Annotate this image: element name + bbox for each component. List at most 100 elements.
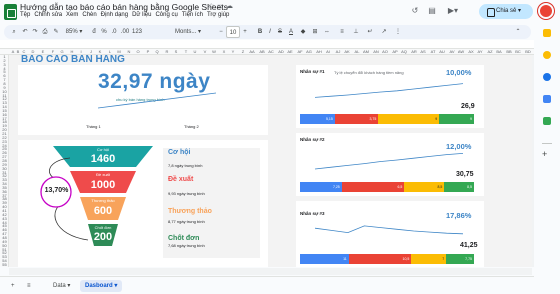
side-panel-rail: +	[534, 23, 560, 294]
sheets-logo-icon[interactable]	[4, 4, 17, 20]
tasks-icon[interactable]	[543, 73, 551, 81]
keep-icon[interactable]	[543, 51, 551, 59]
align-vertical-icon[interactable]: ⊥	[351, 25, 361, 39]
text-wrap-icon[interactable]: ↵	[365, 25, 375, 39]
share-button[interactable]: Chia sẻ ▾	[479, 4, 533, 19]
menu-file[interactable]: Tệp	[20, 12, 30, 18]
menu-format[interactable]: Định dạng	[101, 12, 128, 18]
all-sheets-icon[interactable]: ≡	[22, 280, 36, 292]
menu-insert[interactable]: Chèn	[82, 12, 96, 18]
agent-days-2: 30,75	[456, 171, 474, 178]
merge-cells-icon[interactable]: ⇔	[322, 25, 332, 39]
funnel-value-3: 600	[93, 205, 113, 217]
font-size-input[interactable]: 10	[226, 26, 240, 38]
star-icon[interactable]: ☆	[208, 2, 214, 10]
stage-detail-desc-4: 7,68 ngày trung bình	[168, 243, 205, 248]
percent-button[interactable]: %	[100, 25, 108, 39]
agent-trend-1	[314, 83, 464, 98]
menu-view[interactable]: Xem	[66, 12, 78, 18]
conversion-rate: 13,70%	[44, 187, 69, 194]
add-sheet-icon[interactable]: +	[6, 280, 20, 292]
toolbar: ⌕ ↶ ↷ ⎙ ✎ 85% ▾ đ % .0 .00 123 Monts... …	[4, 25, 531, 39]
borders-icon[interactable]: ⊞	[311, 25, 319, 39]
align-horizontal-icon[interactable]: ≡	[337, 25, 347, 39]
history-icon[interactable]: ↺	[409, 5, 421, 17]
month-label-2: Tháng 2	[184, 124, 199, 129]
stage-bar-segment: 7,25	[300, 182, 342, 192]
comment-icon[interactable]: ▤	[426, 5, 438, 17]
menu-tools[interactable]: Công cụ	[155, 12, 177, 18]
funnel-value-1: 1460	[90, 153, 116, 165]
tab-data-label: Data	[53, 283, 66, 289]
fill-color-icon[interactable]: ◆	[299, 25, 307, 39]
italic-icon[interactable]: I	[266, 25, 274, 39]
strikethrough-icon[interactable]: S	[276, 25, 284, 39]
print-icon[interactable]: ⎙	[41, 25, 49, 39]
agent-days-1: 26,9	[461, 103, 475, 110]
avatar[interactable]	[538, 3, 554, 19]
more-options-icon[interactable]: ⋮	[394, 25, 402, 39]
stage-bar-segment: 9	[439, 114, 474, 124]
stage-bar-segment: 6,5	[341, 182, 405, 192]
text-color-icon[interactable]: A	[287, 25, 295, 39]
zoom-value: 85%	[65, 29, 78, 35]
agent-name-2: Nhân sự #2	[300, 137, 325, 142]
share-label: Chia sẻ	[496, 8, 517, 14]
cloud-status-icon[interactable]: ☁	[226, 2, 233, 10]
stage-bar-segment: 9	[378, 114, 440, 124]
text-rotation-icon[interactable]: ↗	[379, 25, 389, 39]
funnel-panel: 13,70% Cơ hội 1460 Đề xuất 1000 Thương t…	[18, 140, 268, 267]
tab-data[interactable]: Data ▾	[48, 280, 75, 292]
stage-bar-segment: 7,75	[446, 254, 474, 264]
font-size-decrease-icon[interactable]: −	[218, 25, 224, 39]
funnel-label-3: Thương thảo	[91, 198, 115, 203]
sheet-canvas[interactable]: BÁO CÁO BÁN HÀNG 32,97 ngày chu kỳ bán h…	[9, 55, 532, 267]
stage-bar-segment: 3,75	[334, 114, 379, 124]
funnel-label-2: Đề xuất	[96, 172, 110, 177]
agent-trend-line-2	[314, 153, 464, 170]
agent-stage-bar-3: 11 10,5 7 7,75	[300, 254, 474, 264]
stage-bar-segment: 10,5	[348, 254, 412, 264]
page-title: BÁO CÁO BÁN HÀNG	[21, 55, 125, 65]
contacts-icon[interactable]	[543, 95, 551, 103]
bold-icon[interactable]: B	[256, 25, 264, 39]
calendar-icon[interactable]	[543, 29, 551, 37]
stage-detail-title-1: Cơ hội	[168, 149, 191, 156]
tab-dashboard[interactable]: Dasboard ▾	[80, 280, 123, 292]
menu-data[interactable]: Dữ liệu	[132, 12, 151, 18]
title-bar: Hướng dẫn tạo báo cáo bán hàng bằng Goog…	[0, 0, 560, 23]
decrease-decimal-button[interactable]: .0	[110, 25, 118, 39]
menu-help[interactable]: Trợ giúp	[207, 12, 229, 18]
font-select[interactable]: Monts... ▾	[174, 25, 202, 39]
number-format-button[interactable]: 123	[132, 25, 142, 39]
undo-icon[interactable]: ↶	[21, 25, 29, 39]
document-title[interactable]: Hướng dẫn tạo báo cáo bán hàng bằng Goog…	[20, 2, 228, 12]
funnel-label-1: Cơ hội	[97, 147, 109, 152]
agent-pct-3: 17,86%	[446, 211, 472, 220]
collapse-toolbar-icon[interactable]: ⌃	[512, 25, 524, 39]
menu-edit[interactable]: Chỉnh sửa	[34, 12, 62, 18]
add-on-icon[interactable]: +	[542, 149, 547, 159]
stage-detail-title-3: Thương thảo	[168, 208, 212, 215]
zoom-select[interactable]: 85% ▾	[64, 25, 84, 39]
sheet-tab-bar: + ≡ Data ▾ Dasboard ▾	[0, 276, 534, 294]
funnel-label-4: Chốt đơn	[94, 225, 112, 230]
stage-bar-segment: 8,5	[444, 182, 474, 192]
maps-icon[interactable]	[543, 117, 551, 125]
row-header[interactable]: 55	[0, 262, 9, 267]
agent-stage-bar-1: 5,15 3,75 9 9	[300, 114, 474, 124]
font-size-increase-icon[interactable]: +	[242, 25, 248, 39]
tab-dashboard-label: Dasboard	[85, 283, 113, 289]
redo-icon[interactable]: ↷	[31, 25, 39, 39]
paint-format-icon[interactable]: ✎	[52, 25, 60, 39]
meet-icon[interactable]: ▶▾	[443, 5, 463, 17]
increase-decimal-button[interactable]: .00	[120, 25, 130, 39]
funnel-value-2: 1000	[90, 179, 116, 191]
formula-bar[interactable]	[0, 40, 534, 49]
horizontal-scrollbar[interactable]	[9, 268, 532, 275]
search-menu-icon[interactable]: ⌕	[10, 25, 18, 39]
currency-button[interactable]: đ	[90, 25, 98, 39]
row-headers: 1 2 3 4 5 6 7 8 9 10 11 12 13 14 15 16 17 18 19 20 21 22 23 24 2…	[0, 55, 9, 267]
menu-extensions[interactable]: Tiện ích	[182, 12, 203, 18]
move-folder-icon[interactable]: ▭	[217, 2, 224, 10]
